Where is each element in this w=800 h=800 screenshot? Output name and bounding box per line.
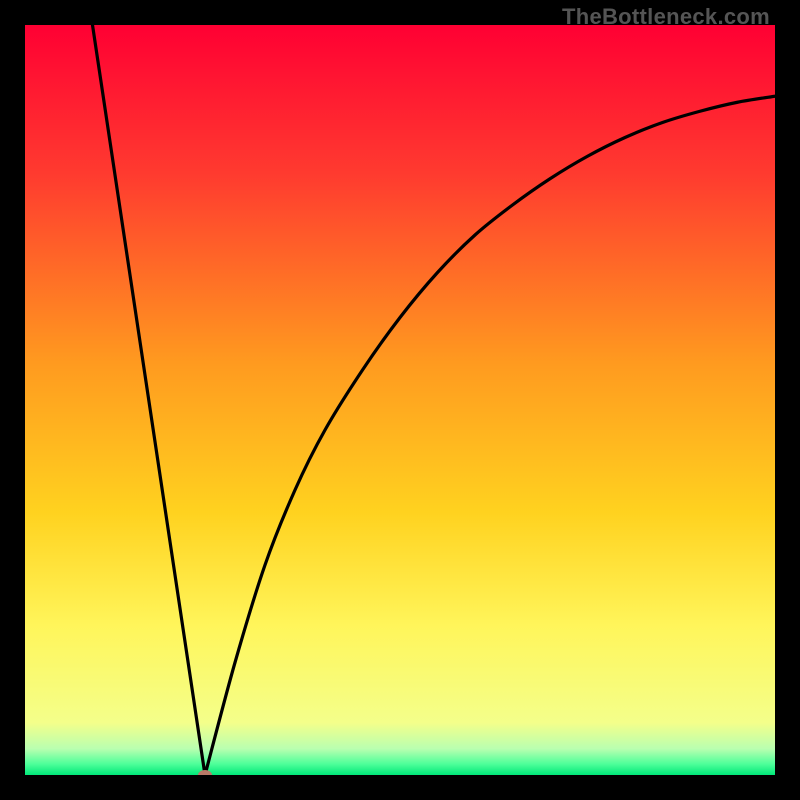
gradient-background: [25, 25, 775, 775]
bottleneck-chart: [25, 25, 775, 775]
chart-frame: [25, 25, 775, 775]
watermark-text: TheBottleneck.com: [562, 4, 770, 30]
